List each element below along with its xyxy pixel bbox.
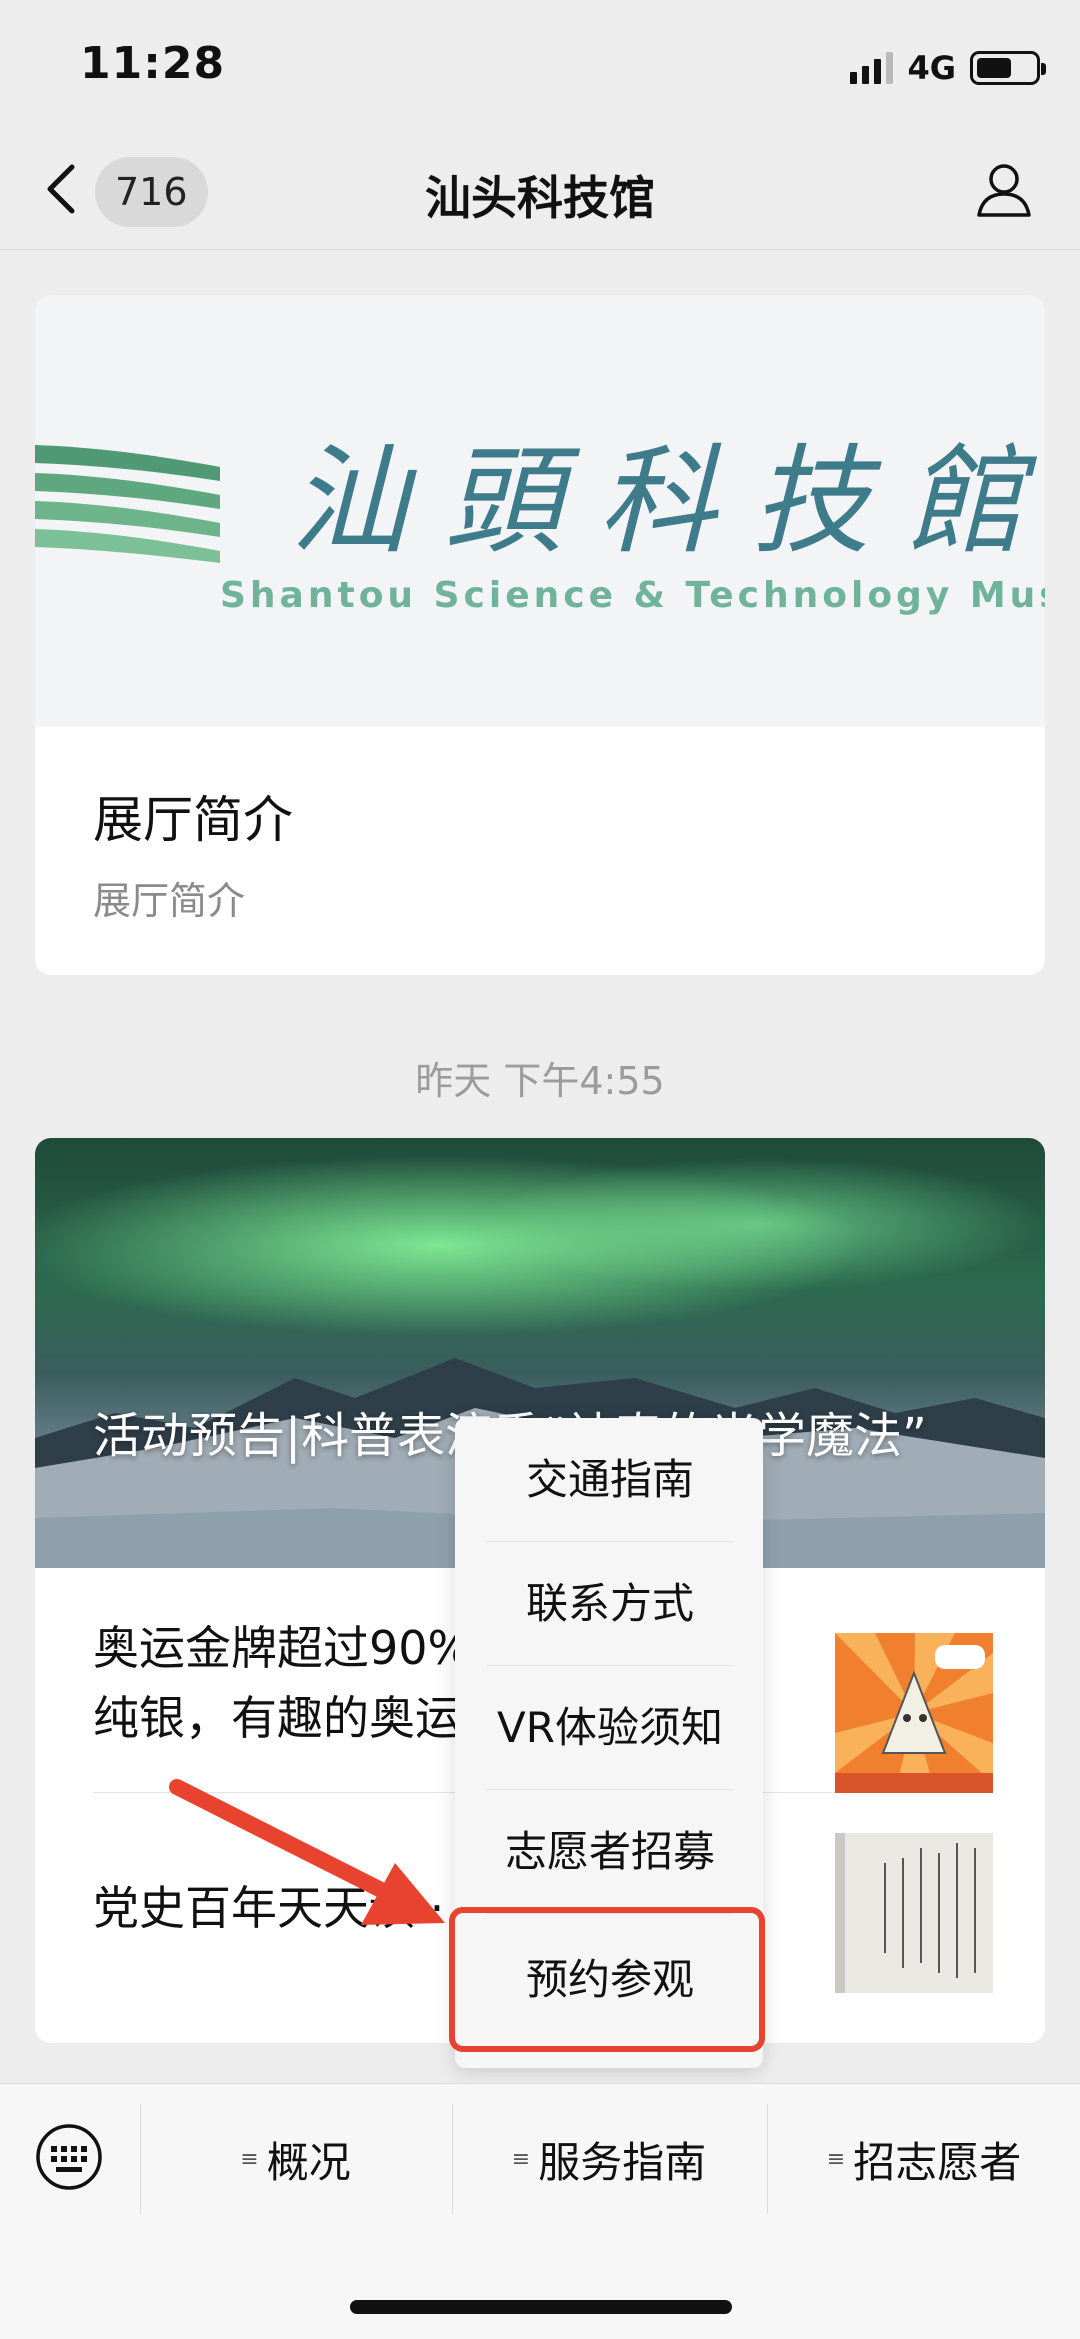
intro-card[interactable]: 汕頭科技館 Shantou Science & Technology Museu…	[35, 295, 1045, 975]
menu-lines-icon: ≡	[240, 2146, 259, 2172]
status-indicators: 4G	[850, 48, 1046, 88]
menu-lines-icon: ≡	[826, 2146, 846, 2172]
menu-lines-icon: ≡	[511, 2146, 531, 2172]
cartoon-thumbnail-image	[835, 1633, 993, 1793]
signal-icon	[850, 52, 894, 84]
home-indicator	[350, 2300, 732, 2314]
menu-item-volunteer-recruit[interactable]: 志愿者招募	[487, 1790, 733, 1914]
menu-tab-volunteer[interactable]: ≡ 招志愿者	[767, 2104, 1080, 2214]
document-thumbnail-image	[835, 1833, 993, 1993]
keyboard-toggle-button[interactable]	[34, 2122, 104, 2192]
nav-bar: 716 汕头科技馆	[0, 135, 1080, 250]
museum-logo-icon	[35, 445, 220, 563]
menu-item-vr-notice[interactable]: VR体验须知	[487, 1666, 733, 1790]
intro-card-title: 展厅简介	[93, 791, 293, 849]
status-bar: 11:28 4G	[0, 0, 1080, 135]
menu-item-traffic-guide[interactable]: 交通指南	[487, 1418, 733, 1542]
menu-item-contact[interactable]: 联系方式	[487, 1542, 733, 1666]
highlight-box-annotation	[449, 1907, 765, 2052]
logo-chinese-text: 汕頭科技館	[290, 432, 1045, 570]
person-icon	[977, 164, 1031, 217]
intro-card-subtitle: 展厅简介	[93, 879, 246, 923]
menu-tab-label: 招志愿者	[853, 2137, 1022, 2187]
message-timestamp: 昨天 下午4:55	[415, 1059, 665, 1103]
menu-tab-label: 概况	[266, 2137, 351, 2187]
article-thumbnail	[835, 1633, 993, 1793]
menu-tab-label: 服务指南	[538, 2137, 707, 2187]
red-arrow-annotation	[169, 1779, 445, 1925]
menu-tab-overview[interactable]: ≡ 概况	[140, 2104, 450, 2214]
battery-icon	[970, 51, 1046, 85]
logo-english-text: Shantou Science & Technology Museum	[220, 575, 1045, 616]
article-thumbnail	[835, 1833, 993, 1993]
status-time: 11:28	[80, 38, 226, 89]
page-title: 汕头科技馆	[425, 171, 655, 225]
network-type: 4G	[907, 49, 956, 87]
profile-button[interactable]	[974, 159, 1034, 219]
menu-tab-service-guide[interactable]: ≡ 服务指南	[452, 2104, 765, 2214]
keyboard-icon	[36, 2124, 102, 2190]
museum-logo-banner: 汕頭科技館 Shantou Science & Technology Museu…	[35, 295, 1045, 727]
